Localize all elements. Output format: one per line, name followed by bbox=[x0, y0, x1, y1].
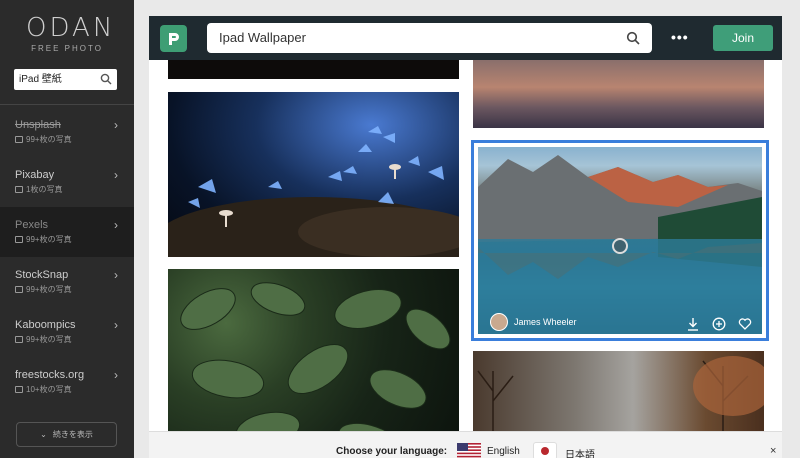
odan-logo[interactable]: ODAN FREE PHOTO bbox=[26, 13, 116, 53]
source-count-text: 1枚の写真 bbox=[26, 185, 63, 194]
search-icon[interactable] bbox=[626, 31, 640, 45]
image-icon bbox=[15, 136, 23, 143]
source-item-freestocks[interactable]: freestocks.org 10+枚の写真 › bbox=[0, 357, 134, 407]
logo-glyph-icon bbox=[168, 32, 179, 45]
top-bar: ••• Join bbox=[149, 16, 782, 60]
source-count: 99+枚の写真 bbox=[15, 334, 72, 345]
more-options-button[interactable]: ••• bbox=[671, 29, 689, 45]
search-icon[interactable] bbox=[100, 73, 112, 85]
photo-author[interactable]: James Wheeler bbox=[490, 313, 577, 331]
logo-sub-text: FREE PHOTO bbox=[31, 44, 103, 53]
source-count-text: 99+枚の写真 bbox=[26, 285, 72, 294]
close-icon[interactable]: × bbox=[770, 445, 776, 457]
photo-thumbnail-dark[interactable] bbox=[168, 60, 459, 79]
leaves-illustration bbox=[180, 282, 451, 449]
image-icon bbox=[15, 236, 23, 243]
show-more-label: 続きを表示 bbox=[52, 430, 93, 439]
source-item-pixabay[interactable]: Pixabay 1枚の写真 › bbox=[0, 157, 134, 207]
source-count-text: 10+枚の写真 bbox=[26, 385, 72, 394]
source-count: 10+枚の写真 bbox=[15, 384, 72, 395]
search-bar bbox=[207, 23, 652, 53]
image-icon bbox=[15, 286, 23, 293]
source-name: Pexels bbox=[15, 219, 49, 231]
source-item-unsplash[interactable]: Unsplash 99+枚の写真 › bbox=[0, 107, 134, 157]
source-count-text: 99+枚の写真 bbox=[26, 235, 72, 244]
search-input[interactable] bbox=[219, 30, 619, 45]
source-count: 1枚の写真 bbox=[15, 184, 62, 195]
source-count-text: 99+枚の写真 bbox=[26, 335, 72, 344]
chevron-right-icon: › bbox=[114, 218, 118, 232]
sidebar-search-input[interactable] bbox=[19, 72, 99, 83]
chevron-right-icon: › bbox=[114, 118, 118, 132]
show-more-button[interactable]: ⌄ 続きを表示 bbox=[16, 422, 117, 447]
source-name: freestocks.org bbox=[15, 369, 85, 381]
source-count: 99+枚の写真 bbox=[15, 134, 72, 145]
source-name: Pixabay bbox=[15, 169, 55, 181]
source-count: 99+枚の写真 bbox=[15, 234, 72, 245]
language-bar: Choose your language: English 日本語 × bbox=[149, 431, 782, 458]
author-name: James Wheeler bbox=[514, 317, 577, 327]
chevron-right-icon: › bbox=[114, 268, 118, 282]
photo-card-selected[interactable]: James Wheeler bbox=[471, 140, 769, 341]
app-logo-icon[interactable] bbox=[160, 25, 187, 52]
chevron-right-icon: › bbox=[114, 368, 118, 382]
sidebar-divider bbox=[0, 104, 134, 105]
source-item-pexels[interactable]: Pexels 99+枚の写真 › bbox=[0, 207, 134, 257]
chevron-right-icon: › bbox=[114, 318, 118, 332]
join-button[interactable]: Join bbox=[713, 25, 773, 51]
source-name: StockSnap bbox=[15, 269, 69, 281]
language-prompt: Choose your language: bbox=[336, 446, 448, 457]
source-count: 99+枚の写真 bbox=[15, 284, 72, 295]
source-item-stocksnap[interactable]: StockSnap 99+枚の写真 › bbox=[0, 257, 134, 307]
avatar bbox=[490, 313, 508, 331]
photo-thumbnail-leaves[interactable] bbox=[168, 269, 459, 449]
japan-flag-icon[interactable] bbox=[533, 442, 557, 458]
sidebar: ODAN FREE PHOTO Unsplash 99+枚の写真 › Pixab… bbox=[0, 0, 134, 458]
add-to-collection-icon[interactable] bbox=[712, 317, 726, 331]
photo-thumbnail-butterflies[interactable] bbox=[168, 92, 459, 257]
source-name: Unsplash bbox=[15, 119, 61, 131]
source-item-kaboompics[interactable]: Kaboompics 99+枚の写真 › bbox=[0, 307, 134, 357]
image-icon bbox=[15, 186, 23, 193]
download-icon[interactable] bbox=[686, 317, 700, 331]
chevron-right-icon: › bbox=[114, 168, 118, 182]
language-option-english[interactable]: English bbox=[487, 446, 520, 457]
image-icon bbox=[15, 336, 23, 343]
source-name: Kaboompics bbox=[15, 319, 76, 331]
butterflies-illustration bbox=[168, 126, 459, 257]
cursor-indicator bbox=[612, 238, 628, 254]
source-count-text: 99+枚の写真 bbox=[26, 135, 72, 144]
language-option-japanese[interactable]: 日本語 bbox=[565, 446, 595, 458]
heart-icon[interactable] bbox=[738, 317, 752, 331]
logo-main-text: ODAN bbox=[26, 13, 116, 43]
photo-thumbnail-clouds[interactable] bbox=[473, 60, 764, 128]
photo-mountain-lake: James Wheeler bbox=[478, 147, 762, 334]
image-icon bbox=[15, 386, 23, 393]
chevron-down-icon: ⌄ bbox=[40, 430, 47, 439]
results-panel: ••• Join bbox=[149, 16, 782, 458]
us-flag-icon[interactable] bbox=[457, 443, 481, 458]
sidebar-search bbox=[14, 69, 117, 90]
